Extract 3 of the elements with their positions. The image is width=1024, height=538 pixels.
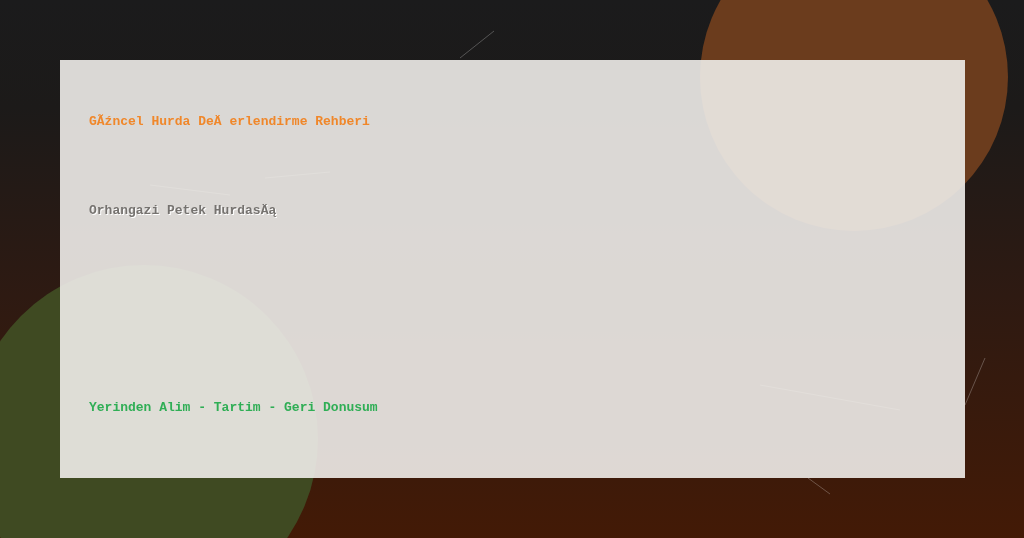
banner-title: GÃźncel Hurda DeÄ erlendirme Rehberi xyxy=(89,113,371,129)
banner-subtitle: Orhangazi Petek HurdasÄą xyxy=(89,203,278,218)
banner-tagline: Yerinden Alim - Tartim - Geri Donusum xyxy=(89,400,379,415)
